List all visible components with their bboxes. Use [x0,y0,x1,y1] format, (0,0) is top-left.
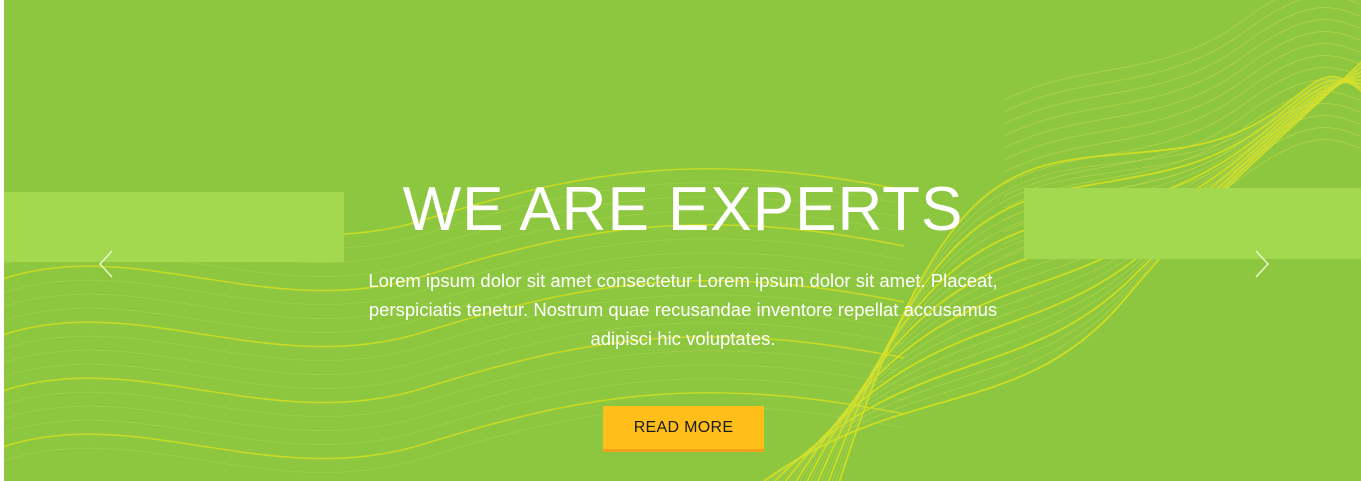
chevron-right-icon [1255,250,1270,278]
hero-description: Lorem ipsum dolor sit amet consectetur L… [368,270,998,349]
hero-title: WE ARE EXPERTS [402,175,964,244]
chevron-left-icon [98,250,113,278]
read-more-button[interactable]: READ MORE [603,406,764,452]
hero-content: WE ARE EXPERTS Lorem ipsum dolor sit ame… [333,170,1033,353]
hero-slider: WE ARE EXPERTS Lorem ipsum dolor sit ame… [4,0,1361,481]
slide-preview-left [4,192,344,262]
slide-preview-right [1024,188,1361,259]
previous-slide-button[interactable] [94,244,118,284]
next-slide-button[interactable] [1250,244,1274,284]
